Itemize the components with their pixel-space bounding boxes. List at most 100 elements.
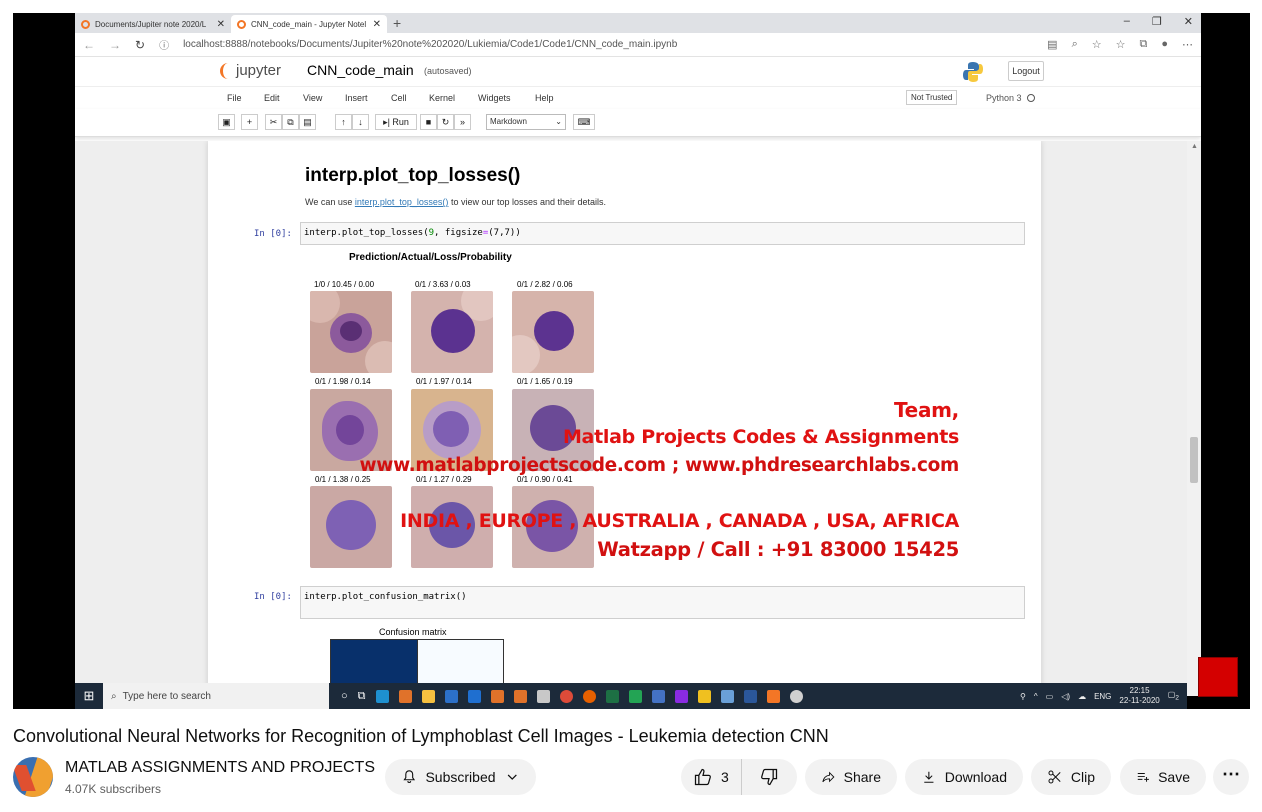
cortana-icon[interactable]: ○ (341, 690, 348, 703)
app-icon[interactable] (628, 689, 642, 703)
jupyter-icon[interactable] (766, 689, 780, 703)
taskbar-search-box[interactable]: ⌕ Type here to search (103, 683, 329, 709)
move-up-icon[interactable]: ↑ (335, 114, 352, 130)
word-icon[interactable] (743, 689, 757, 703)
menu-kernel[interactable]: Kernel (429, 93, 455, 103)
matlab-icon[interactable] (398, 689, 412, 703)
chrome-icon[interactable] (559, 689, 573, 703)
stop-icon[interactable]: ■ (420, 114, 437, 130)
subscribed-button[interactable]: Subscribed (385, 759, 536, 795)
scrollbar-thumb[interactable] (1190, 437, 1198, 483)
forward-arrow-icon[interactable]: → (109, 38, 121, 52)
notebook-scrollbar[interactable]: ▲ (1187, 141, 1201, 696)
task-view-icon[interactable]: ⧉ (358, 690, 366, 703)
insert-cell-icon[interactable]: + (241, 114, 258, 130)
channel-avatar[interactable] (13, 757, 53, 797)
windows-start-icon[interactable]: ⊞ (75, 688, 103, 704)
reload-icon[interactable]: ↻ (135, 38, 145, 52)
like-button[interactable]: 3 (681, 759, 742, 795)
notebook-name[interactable]: CNN_code_main (307, 62, 414, 78)
language-indicator[interactable]: ENG (1094, 692, 1111, 701)
copy-icon[interactable]: ⧉ (282, 114, 299, 130)
download-button[interactable]: Download (905, 759, 1023, 795)
scroll-up-icon[interactable]: ▲ (1191, 143, 1198, 150)
run-button[interactable]: ▸| Run (375, 114, 417, 130)
paste-icon[interactable]: ▤ (299, 114, 316, 130)
more-icon[interactable]: ⋯ (1182, 38, 1193, 51)
zoom-icon[interactable]: ⌕ (1072, 38, 1078, 51)
code-cell-confusion-matrix[interactable]: interp.plot_confusion_matrix() (300, 586, 1025, 619)
close-tab-icon[interactable]: ✕ (217, 19, 225, 30)
code-cell-plot-top-losses[interactable]: interp.plot_top_losses(9, figsize=(7,7)) (300, 222, 1025, 245)
close-window-icon[interactable]: ✕ (1184, 15, 1193, 28)
app-icon[interactable] (720, 689, 734, 703)
profile-icon[interactable]: ● (1161, 38, 1168, 51)
menu-edit[interactable]: Edit (264, 93, 280, 103)
network-icon[interactable]: ▭ (1046, 692, 1054, 701)
channel-name[interactable]: MATLAB ASSIGNMENTS AND PROJECTS (65, 759, 375, 777)
favorite-star-icon[interactable]: ☆ (1092, 38, 1102, 51)
tray-chevron-icon[interactable]: ^ (1034, 692, 1038, 701)
app-icon[interactable] (697, 689, 711, 703)
share-button[interactable]: Share (805, 759, 897, 795)
close-tab-icon[interactable]: ✕ (373, 19, 381, 30)
menu-insert[interactable]: Insert (345, 93, 368, 103)
confusion-matrix-title: Confusion matrix (379, 627, 447, 637)
back-arrow-icon[interactable]: ← (83, 38, 95, 52)
move-down-icon[interactable]: ↓ (352, 114, 369, 130)
matlab-icon[interactable] (513, 689, 527, 703)
clip-button[interactable]: Clip (1031, 759, 1111, 795)
loss-label: 0/1 / 0.90 / 0.41 (517, 475, 573, 484)
jupyter-logo[interactable]: jupyter (220, 62, 281, 79)
menu-widgets[interactable]: Widgets (478, 93, 511, 103)
url-field[interactable]: localhost:8888/notebooks/Documents/Jupit… (183, 39, 1033, 50)
file-explorer-icon[interactable] (421, 689, 435, 703)
new-tab-button[interactable]: + (387, 15, 407, 33)
maximize-icon[interactable]: ❐ (1152, 15, 1162, 28)
plot-top-losses-link[interactable]: interp.plot_top_losses() (355, 197, 449, 207)
app-icon[interactable] (789, 689, 803, 703)
menu-help[interactable]: Help (535, 93, 554, 103)
scissors-icon (1048, 770, 1061, 784)
notepad-icon[interactable] (536, 689, 550, 703)
menu-cell[interactable]: Cell (391, 93, 407, 103)
save-icon[interactable]: ▣ (218, 114, 235, 130)
app-icon[interactable] (651, 689, 665, 703)
like-count: 3 (721, 769, 729, 785)
loss-label: 0/1 / 1.98 / 0.14 (315, 377, 371, 386)
minimize-icon[interactable]: – (1124, 15, 1130, 28)
video-player[interactable]: Documents/Jupiter note 2020/L ✕ CNN_code… (13, 13, 1250, 709)
restart-icon[interactable]: ↻ (437, 114, 454, 130)
people-icon[interactable]: ⚲ (1020, 692, 1026, 701)
command-palette-icon[interactable]: ⌨ (573, 114, 595, 130)
logout-button[interactable]: Logout (1008, 61, 1044, 81)
volume-icon[interactable]: ◁) (1061, 692, 1070, 701)
info-icon[interactable]: ⓘ (159, 37, 169, 52)
markdown-heading: interp.plot_top_losses() (305, 165, 521, 186)
onedrive-icon[interactable]: ☁ (1078, 692, 1086, 701)
browser-tab-cnn-code-main[interactable]: CNN_code_main - Jupyter Notel ✕ (231, 15, 387, 33)
store-icon[interactable] (444, 689, 458, 703)
menu-view[interactable]: View (303, 93, 322, 103)
cell-type-select[interactable]: Markdown ⌄ (486, 114, 566, 130)
dislike-button[interactable] (742, 759, 797, 795)
excel-icon[interactable] (605, 689, 619, 703)
mail-icon[interactable] (467, 689, 481, 703)
collections-icon[interactable]: ⧉ (1139, 38, 1147, 51)
reader-icon[interactable]: ▤ (1047, 38, 1057, 51)
edge-icon[interactable] (375, 689, 389, 703)
save-button[interactable]: Save (1120, 759, 1206, 795)
menu-file[interactable]: File (227, 93, 242, 103)
browser-tab-documents[interactable]: Documents/Jupiter note 2020/L ✕ (75, 15, 231, 33)
not-trusted-button[interactable]: Not Trusted (906, 90, 958, 105)
app-icon[interactable] (674, 689, 688, 703)
cut-icon[interactable]: ✂ (265, 114, 282, 130)
notification-icon[interactable]: ▢2 (1168, 690, 1179, 702)
clock[interactable]: 22:15 22-11-2020 (1119, 686, 1159, 706)
more-actions-button[interactable]: ⋯ (1213, 759, 1249, 795)
matlab-icon[interactable] (490, 689, 504, 703)
figure-title: Prediction/Actual/Loss/Probability (349, 252, 512, 263)
restart-run-all-icon[interactable]: » (454, 114, 471, 130)
firefox-icon[interactable] (582, 689, 596, 703)
favorites-icon[interactable]: ☆ (1116, 38, 1126, 51)
